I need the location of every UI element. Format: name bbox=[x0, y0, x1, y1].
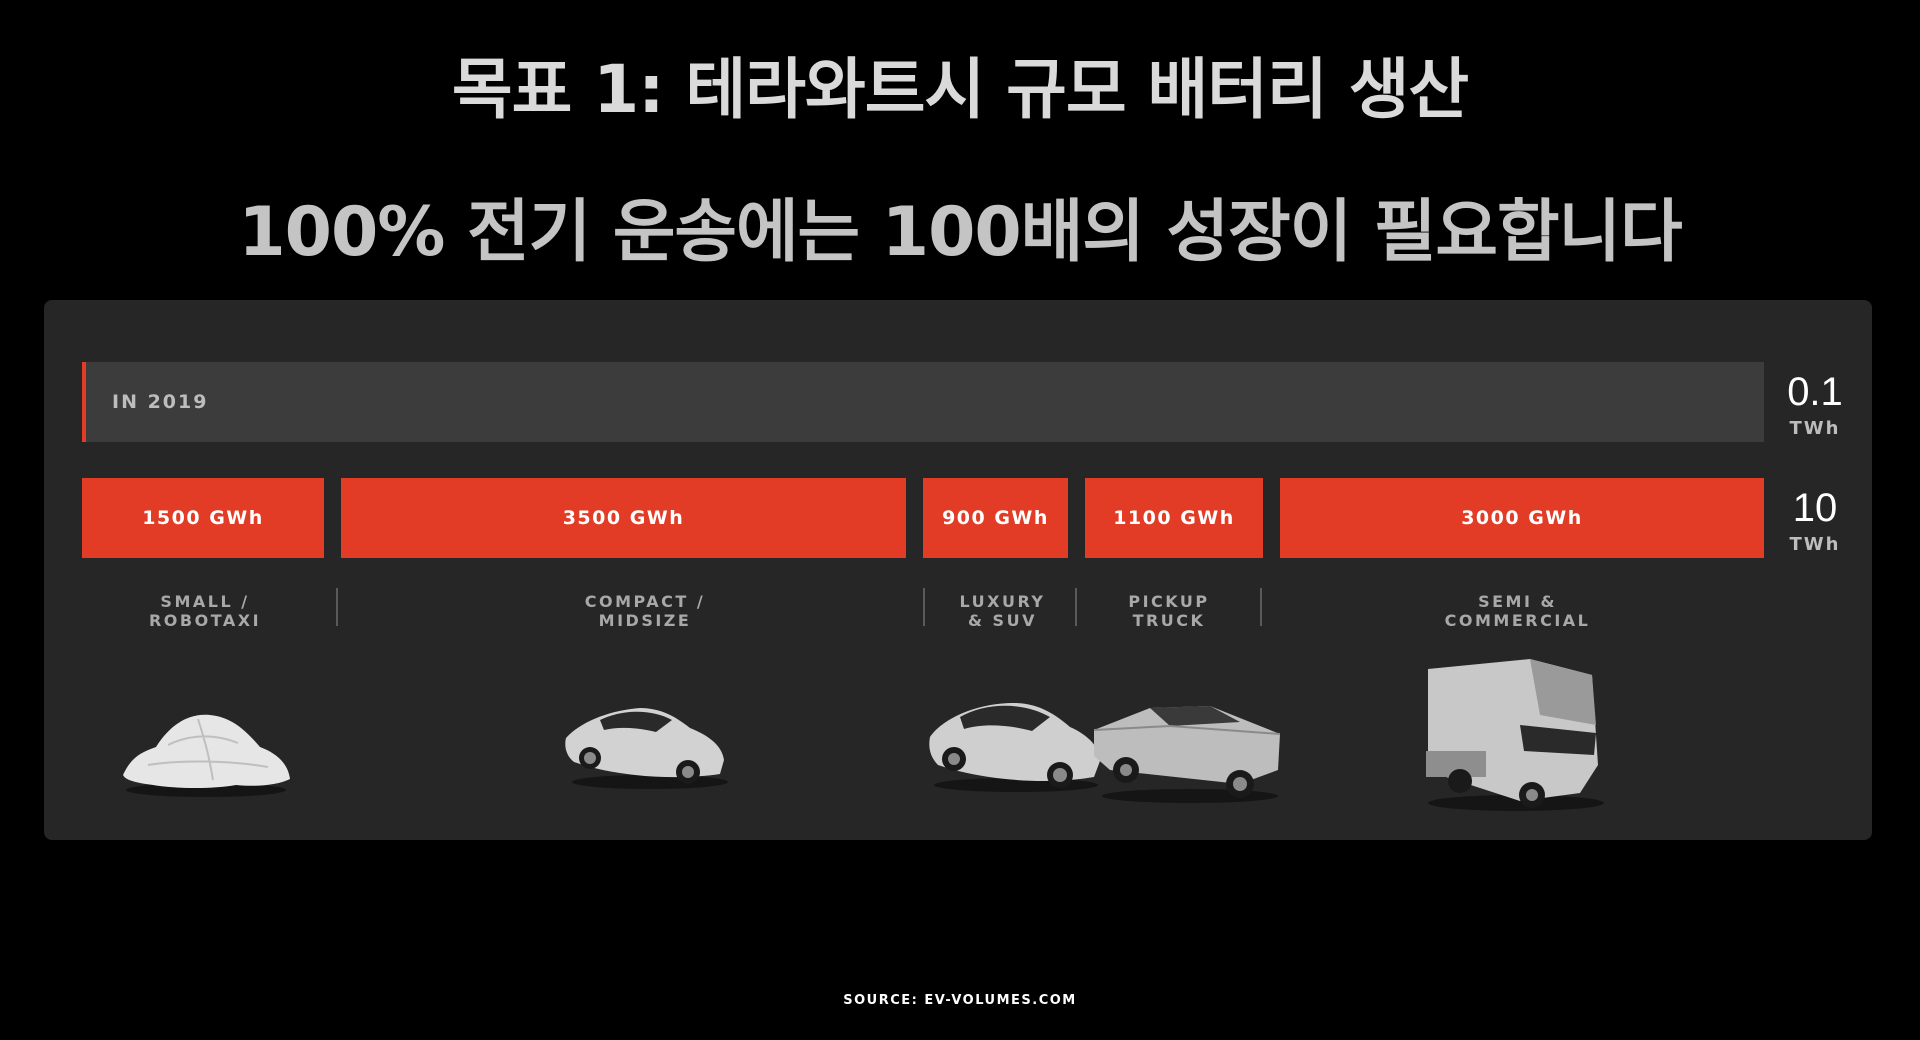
total-target-value: 10 bbox=[1792, 486, 1838, 530]
pickup-truck-icon bbox=[1093, 706, 1281, 803]
category-label-pickup: PICKUP TRUCK bbox=[1128, 592, 1210, 630]
bar-2019: IN 2019 bbox=[82, 362, 1764, 442]
bar-segment: 3000 GWh bbox=[1280, 478, 1764, 558]
bar-segment: 3500 GWh bbox=[341, 478, 906, 558]
source-note: SOURCE: EV-VOLUMES.COM bbox=[843, 993, 1077, 1008]
total-2019-value: 0.1 bbox=[1787, 370, 1843, 414]
category-label-semi: SEMI & COMMERCIAL bbox=[1444, 592, 1591, 630]
total-2019: 0.1 TWh bbox=[1770, 372, 1860, 439]
category-label-luxury: LUXURY & SUV bbox=[959, 592, 1046, 630]
bar-2019-label: IN 2019 bbox=[112, 391, 209, 413]
total-2019-unit: TWh bbox=[1789, 418, 1841, 439]
sedan-icon bbox=[565, 708, 728, 789]
category-divider bbox=[923, 588, 925, 626]
category-divider bbox=[336, 588, 338, 626]
category-divider bbox=[1075, 588, 1077, 626]
category-divider bbox=[1260, 588, 1262, 626]
total-target-unit: TWh bbox=[1789, 534, 1841, 555]
slide: 목표 1: 테라와트시 규모 배터리 생산 100% 전기 운송에는 100배의… bbox=[0, 0, 1920, 1040]
suv-icon bbox=[929, 703, 1100, 792]
slide-subtitle: 100% 전기 운송에는 100배의 성장이 필요합니다 bbox=[238, 193, 1682, 272]
slide-title: 목표 1: 테라와트시 규모 배터리 생산 bbox=[451, 51, 1469, 128]
bar-segment: 1100 GWh bbox=[1085, 478, 1263, 558]
bar-segment: 900 GWh bbox=[923, 478, 1068, 558]
category-label-compact: COMPACT / MIDSIZE bbox=[584, 592, 706, 630]
category-label-small: SMALL / ROBOTAXI bbox=[148, 592, 262, 630]
bar-segment: 1500 GWh bbox=[82, 478, 324, 558]
semi-truck-icon bbox=[1426, 659, 1604, 811]
total-target: 10 TWh bbox=[1770, 488, 1860, 555]
covered-car-icon bbox=[123, 714, 290, 797]
